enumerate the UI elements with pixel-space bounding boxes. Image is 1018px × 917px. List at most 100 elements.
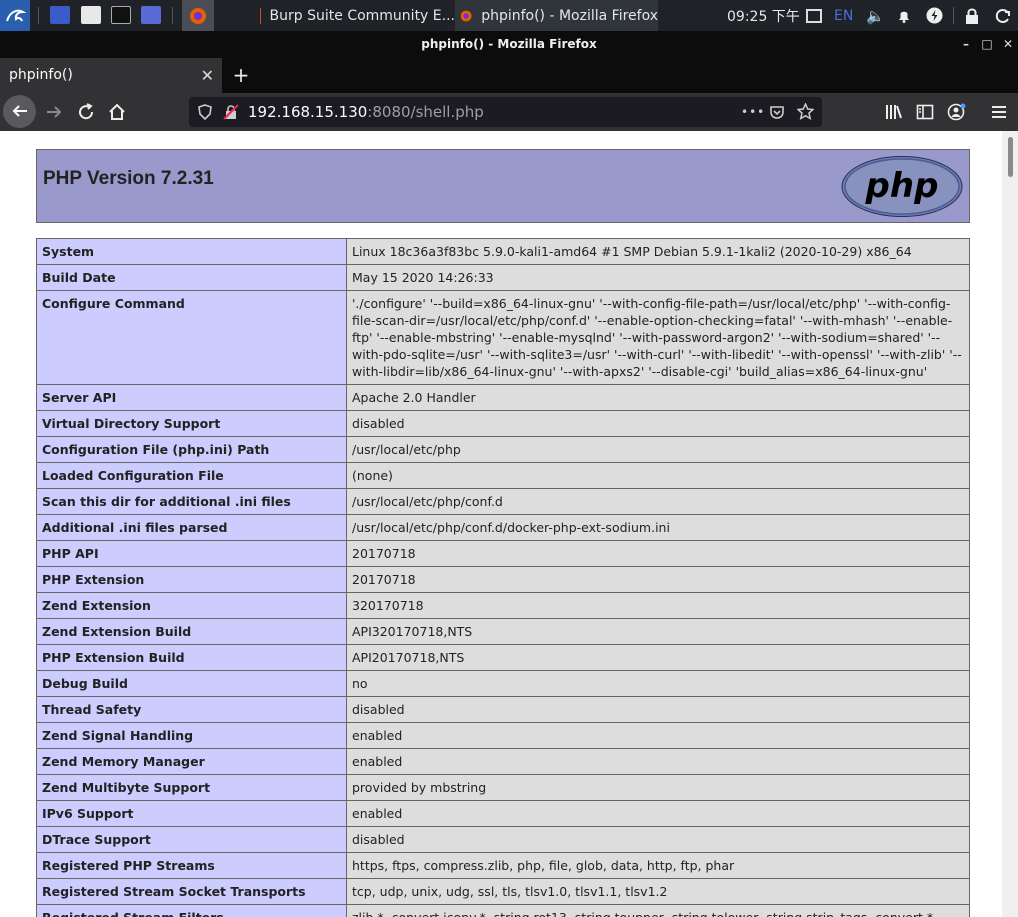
row-key: Configure Command	[36, 290, 347, 385]
app-menu-button[interactable]	[984, 97, 1014, 127]
logout-icon[interactable]	[995, 0, 1011, 31]
volume-icon[interactable]: 🔈	[866, 0, 885, 31]
clock[interactable]: 09:25 下午	[727, 0, 800, 31]
table-row: Additional .ini files parsed/usr/local/e…	[36, 514, 970, 541]
table-row: Registered Stream Socket Transports tcp, …	[36, 878, 970, 905]
taskbar-separator	[38, 7, 39, 24]
table-row: Virtual Directory Support disabled	[36, 410, 970, 437]
row-key: Zend Multibyte Support	[36, 774, 347, 801]
table-row: Zend Signal Handling enabled	[36, 722, 970, 749]
home-icon	[109, 103, 125, 120]
row-key: Build Date	[36, 264, 347, 291]
row-value: (none)	[346, 462, 970, 489]
row-key: Additional .ini files parsed	[36, 514, 347, 541]
lock-screen-icon[interactable]	[965, 0, 979, 31]
row-value: https, ftps, compress.zlib, php, file, g…	[346, 852, 970, 879]
row-key: Zend Extension	[36, 592, 347, 619]
screen-recorder-icon[interactable]	[141, 6, 161, 24]
row-key: Configuration File (php.ini) Path	[36, 436, 347, 463]
row-value: enabled	[346, 748, 970, 775]
back-arrow-icon	[12, 105, 27, 117]
row-key: Thread Safety	[36, 696, 347, 723]
table-row: Scan this dir for additional .ini files /…	[36, 488, 970, 515]
address-bar[interactable]: 192.168.15.130:8080/shell.php •••	[189, 97, 822, 127]
row-key: IPv6 Support	[36, 800, 347, 827]
reload-icon	[79, 103, 94, 120]
table-row: Thread Safety disabled	[36, 696, 970, 723]
row-key: Zend Memory Manager	[36, 748, 347, 775]
table-row: Zend Extension 320170718	[36, 592, 970, 619]
taskbar: Burp Suite Community E... phpinfo() - Mo…	[0, 0, 1018, 31]
tracking-protection-shield-icon[interactable]	[198, 97, 212, 131]
file-manager-icon[interactable]	[81, 6, 101, 24]
notes-icon[interactable]	[806, 0, 822, 31]
php-version-header: PHP Version 7.2.31 php	[36, 149, 970, 223]
new-tab-button[interactable]: +	[230, 58, 252, 93]
scrollbar-thumb[interactable]	[1008, 137, 1013, 177]
row-key: System	[36, 238, 347, 265]
forward-button[interactable]	[39, 97, 69, 127]
taskbar-separator	[953, 7, 954, 24]
sidebar-button[interactable]	[910, 97, 940, 127]
maximize-button[interactable]: □	[978, 31, 996, 58]
notification-bell-icon[interactable]	[896, 0, 912, 31]
row-value: provided by mbstring	[346, 774, 970, 801]
task-firefox[interactable]: phpinfo() - Mozilla Firefox	[455, 0, 658, 31]
show-desktop-icon[interactable]	[50, 6, 70, 24]
row-key: Zend Extension Build	[36, 618, 347, 645]
row-value: 320170718	[346, 592, 970, 619]
table-row: Build Date May 15 2020 14:26:33	[36, 264, 970, 291]
row-value: disabled	[346, 410, 970, 437]
row-key: Debug Build	[36, 670, 347, 697]
row-value: './configure' '--build=x86_64-linux-gnu'…	[346, 290, 970, 385]
library-button[interactable]	[879, 97, 909, 127]
task-burp-suite[interactable]: Burp Suite Community E...	[250, 0, 455, 31]
sidebar-icon	[916, 104, 934, 120]
terminal-icon[interactable]	[111, 6, 131, 24]
vertical-scrollbar[interactable]	[1002, 131, 1018, 917]
power-manager-icon[interactable]	[926, 0, 943, 31]
page-viewport[interactable]: PHP Version 7.2.31 php System Linux 18c36…	[0, 131, 1002, 917]
reload-button[interactable]	[71, 97, 101, 127]
table-row: DTrace Support disabled	[36, 826, 970, 853]
row-key: Registered Stream Socket Transports	[36, 878, 347, 905]
table-row: Zend Memory Manager enabled	[36, 748, 970, 775]
tab-close-button[interactable]: ✕	[201, 58, 214, 93]
row-key: Registered Stream Filters	[36, 904, 347, 917]
row-value: enabled	[346, 722, 970, 749]
url-text[interactable]: 192.168.15.130:8080/shell.php	[248, 97, 484, 127]
window-title: phpinfo() - Mozilla Firefox	[421, 37, 597, 51]
insecure-connection-lock-icon[interactable]	[223, 97, 239, 131]
row-value: /usr/local/etc/php/conf.d	[346, 488, 970, 515]
keyboard-layout[interactable]: EN	[834, 0, 853, 31]
table-row: Registered PHP Streams https, ftps, compr…	[36, 852, 970, 879]
account-button[interactable]	[942, 97, 972, 127]
minimize-button[interactable]: –	[957, 31, 975, 58]
php-info-table: System Linux 18c36a3f83bc 5.9.0-kali1-amd…	[36, 238, 970, 917]
back-button[interactable]	[3, 95, 36, 128]
table-row: IPv6 Support enabled	[36, 800, 970, 827]
row-value: /usr/local/etc/php	[346, 436, 970, 463]
task-burp-label: Burp Suite Community E...	[269, 7, 455, 24]
bookmark-star-icon[interactable]	[796, 97, 815, 131]
row-value: /usr/local/etc/php/conf.d/docker-php-ext…	[346, 514, 970, 541]
page-actions-menu-icon[interactable]: •••	[741, 97, 765, 127]
php-logo: php	[841, 156, 963, 217]
firefox-launcher-icon[interactable]	[182, 0, 214, 31]
pocket-icon[interactable]	[769, 97, 785, 131]
row-value: disabled	[346, 826, 970, 853]
window-titlebar[interactable]: phpinfo() - Mozilla Firefox – □ ✕	[0, 31, 1018, 58]
row-key: DTrace Support	[36, 826, 347, 853]
firefox-icon	[190, 7, 206, 24]
tab-phpinfo[interactable]: phpinfo() ✕	[0, 58, 222, 93]
tab-strip: phpinfo() ✕ +	[0, 58, 1018, 93]
url-path: :8080/shell.php	[367, 103, 484, 121]
home-button[interactable]	[102, 97, 132, 127]
row-value: May 15 2020 14:26:33	[346, 264, 970, 291]
close-window-button[interactable]: ✕	[999, 31, 1017, 58]
row-key: PHP Extension Build	[36, 644, 347, 671]
navigation-toolbar: 192.168.15.130:8080/shell.php •••	[0, 93, 1018, 131]
kali-menu-button[interactable]	[0, 0, 30, 31]
library-icon	[886, 105, 902, 119]
table-row: Zend Extension Build API320170718,NTS	[36, 618, 970, 645]
